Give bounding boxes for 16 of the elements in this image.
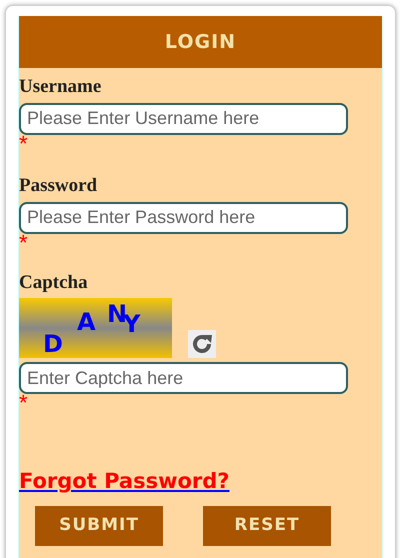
required-mark: * [19, 134, 28, 153]
captcha-letter: A [77, 310, 96, 334]
required-mark: * [19, 234, 28, 252]
field-label: Username [19, 76, 102, 99]
input-field[interactable]: Enter Captcha here [19, 362, 348, 394]
required-mark: * [19, 394, 28, 412]
form-button[interactable]: RESET [203, 506, 331, 546]
input-field[interactable]: Please Enter Username here [19, 102, 348, 135]
forgot-password-link[interactable]: Forgot Password? [19, 469, 230, 494]
login-title: LOGIN [164, 30, 236, 55]
captcha-letter: D [43, 332, 63, 356]
form-button[interactable]: SUBMIT [35, 506, 163, 546]
field-label: Password [19, 174, 98, 198]
input-field[interactable]: Please Enter Password here [19, 202, 348, 234]
refresh-button[interactable] [188, 330, 216, 358]
field-label: Captcha [19, 272, 89, 294]
